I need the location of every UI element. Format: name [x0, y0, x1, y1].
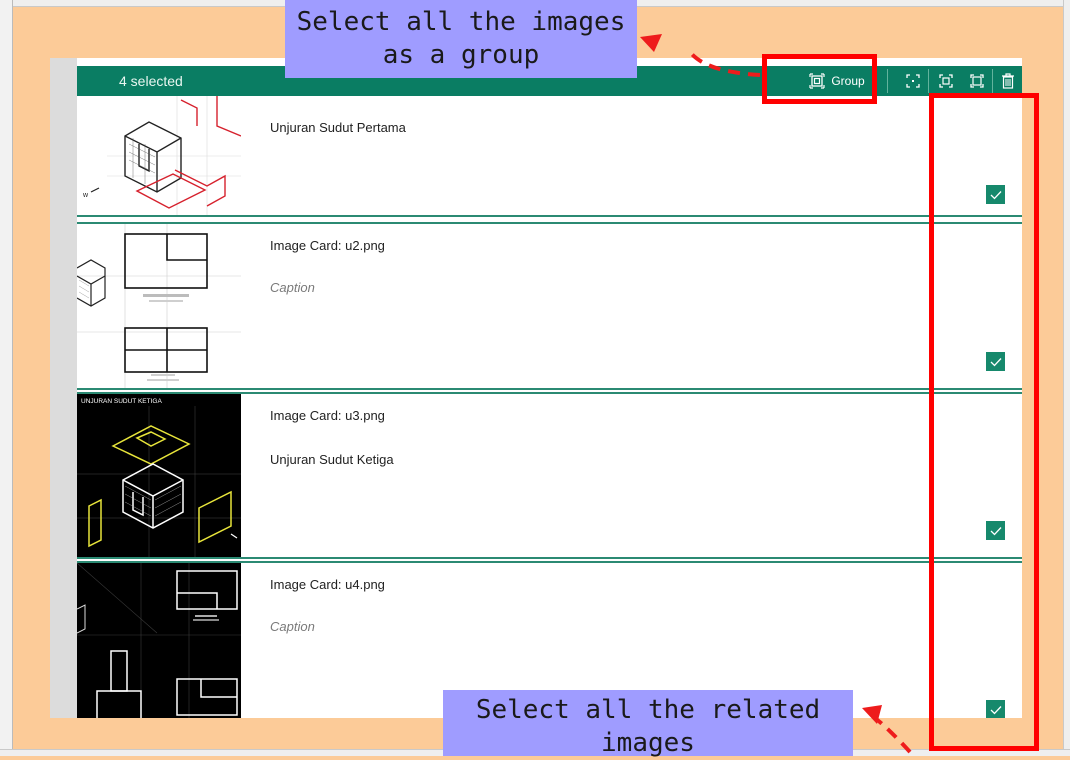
- checkmark-icon: [990, 190, 1002, 200]
- select-callout: Select all the related images: [443, 690, 853, 758]
- thumbnail-caption-text: UNJURAN SUDUT KETIGA: [81, 398, 162, 405]
- card-title: Unjuran Sudut Pertama: [270, 120, 406, 135]
- card-title: Image Card: u3.png: [270, 408, 385, 423]
- expand-icon: [969, 73, 985, 89]
- fit-icon: [938, 73, 954, 89]
- image-card[interactable]: w Unjuran Sudut Pertama: [77, 96, 1022, 217]
- left-scroll-strip: [50, 58, 77, 718]
- selected-count: 4 selected: [119, 73, 183, 89]
- card-caption[interactable]: Unjuran Sudut Ketiga: [270, 452, 394, 467]
- toolbar-divider: [992, 69, 993, 93]
- checkmark-icon: [990, 705, 1002, 715]
- card-thumbnail: w: [77, 96, 241, 215]
- card-checkbox[interactable]: [986, 700, 1005, 718]
- focus-icon: [905, 73, 921, 89]
- group-button[interactable]: Group: [797, 69, 877, 93]
- toolbar-divider: [928, 69, 929, 93]
- fit-button[interactable]: [935, 69, 957, 93]
- card-thumbnail: [77, 224, 241, 388]
- card-caption-placeholder[interactable]: Caption: [270, 280, 315, 295]
- checkmark-icon: [990, 526, 1002, 536]
- svg-text:w: w: [82, 192, 89, 199]
- group-callout: Select all the images as a group: [285, 0, 637, 78]
- slide-edge-right: [1063, 0, 1070, 756]
- delete-button[interactable]: [997, 69, 1019, 93]
- slide-edge-left: [0, 0, 13, 756]
- card-checkbox[interactable]: [986, 521, 1005, 540]
- trash-icon: [1001, 73, 1015, 89]
- card-caption-placeholder[interactable]: Caption: [270, 619, 315, 634]
- card-title: Image Card: u2.png: [270, 238, 385, 253]
- group-icon: [809, 73, 825, 89]
- expand-button[interactable]: [966, 69, 988, 93]
- card-checkbox[interactable]: [986, 352, 1005, 371]
- checkmark-icon: [990, 357, 1002, 367]
- card-checkbox[interactable]: [986, 185, 1005, 204]
- image-card[interactable]: UNJURAN SUDUT KETIGA Image Card: u3.png …: [77, 392, 1022, 559]
- toolbar-divider: [887, 69, 888, 93]
- app-window: 4 selected Group w Unjuran Sudut Pertama…: [50, 58, 1022, 718]
- group-button-label: Group: [831, 74, 865, 88]
- focus-button[interactable]: [902, 69, 924, 93]
- card-thumbnail: [77, 563, 241, 718]
- image-card[interactable]: Image Card: u2.png Caption: [77, 222, 1022, 390]
- card-thumbnail: UNJURAN SUDUT KETIGA: [77, 394, 241, 557]
- card-title: Image Card: u4.png: [270, 577, 385, 592]
